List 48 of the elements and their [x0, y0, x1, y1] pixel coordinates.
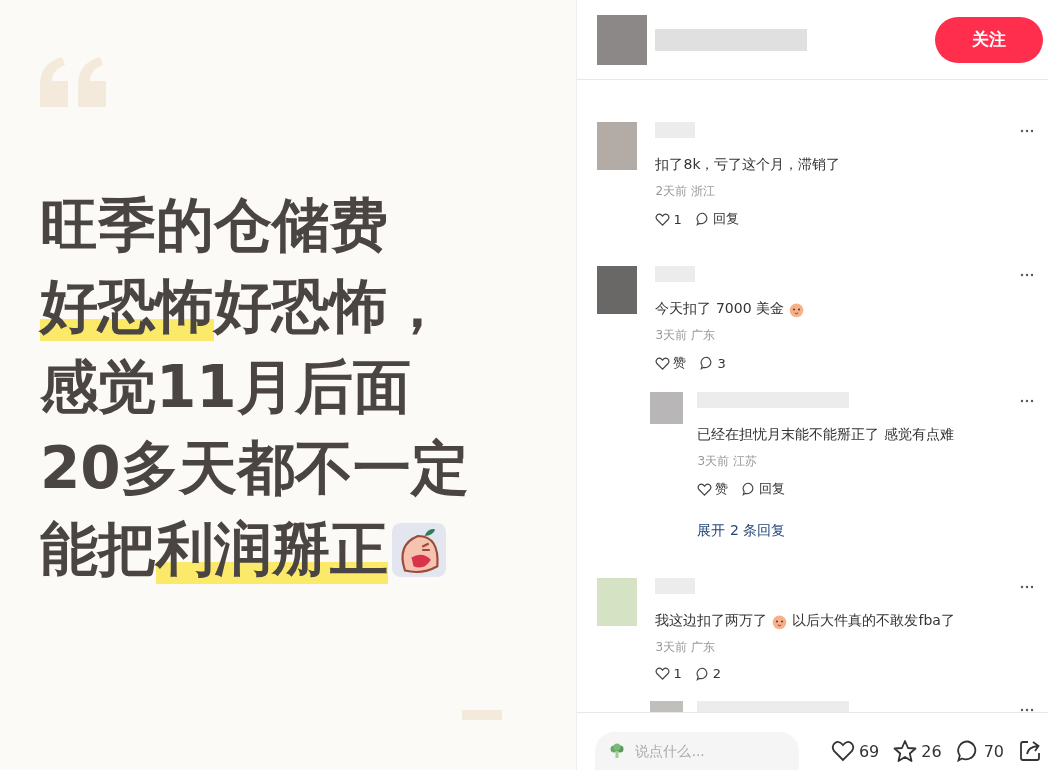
comment-meta: 2天前 浙江	[655, 183, 716, 200]
avatar[interactable]	[597, 14, 648, 65]
speech-bubble-icon	[695, 212, 710, 226]
share-icon[interactable]	[1018, 739, 1042, 763]
post-text: 感觉11月后面	[40, 351, 411, 423]
comment-text: 今天扣了 7000 美金	[655, 300, 784, 318]
heart-icon	[655, 667, 671, 680]
more-icon[interactable]	[1020, 129, 1034, 133]
comment-text: 已经在担忧月末能不能掰正了 感觉有点难	[697, 426, 954, 444]
more-icon[interactable]	[1020, 585, 1034, 589]
follow-button[interactable]: 关注	[935, 16, 1043, 63]
speech-bubble-icon	[695, 666, 710, 681]
avatar[interactable]	[597, 266, 638, 314]
like-button[interactable]: 赞	[655, 354, 687, 372]
expand-replies-link[interactable]: 展开 2 条回复	[697, 522, 786, 540]
more-icon[interactable]	[1020, 399, 1034, 403]
decorative-bar	[462, 710, 502, 720]
star-count-button[interactable]: 26	[893, 739, 942, 763]
comment-count-button[interactable]: 70	[955, 739, 1004, 763]
like-button[interactable]: 1	[655, 666, 682, 681]
comment-meta: 3天前 广东	[655, 327, 716, 344]
broccoli-icon	[609, 743, 626, 759]
reply-button[interactable]: 2	[695, 666, 722, 681]
quote-icon	[40, 57, 106, 107]
heart-icon	[697, 482, 713, 496]
heart-icon	[655, 212, 671, 226]
more-icon[interactable]	[1020, 273, 1034, 277]
post-text: 能把	[40, 513, 156, 585]
more-icon[interactable]	[1020, 708, 1034, 712]
comment-input[interactable]: 说点什么...	[595, 732, 800, 770]
crying-face-icon	[392, 522, 446, 577]
reply-button[interactable]: 回复	[742, 480, 786, 498]
like-button[interactable]: 赞	[697, 480, 729, 498]
comment-meta: 3天前 广东	[655, 639, 716, 656]
heart-icon	[655, 356, 671, 370]
heart-icon	[830, 740, 855, 762]
reply-button[interactable]: 回复	[695, 210, 739, 228]
like-count-button[interactable]: 69	[830, 740, 880, 762]
post-text: 旺季的仓储费	[40, 189, 388, 261]
post-text: 20多天都不一定	[40, 432, 469, 504]
reply-button[interactable]: 3	[700, 354, 726, 372]
comment-text: 扣了8k，亏了这个月，滞销了	[655, 156, 841, 174]
comment-text: 以后大件真的不敢发fba了	[792, 612, 955, 630]
comment-meta: 3天前 江苏	[697, 453, 758, 470]
like-button[interactable]: 1	[655, 210, 682, 228]
star-icon	[893, 739, 918, 763]
post-text: 好恐怖，	[214, 270, 446, 342]
comment-text: 我这边扣了两万了	[655, 612, 768, 630]
